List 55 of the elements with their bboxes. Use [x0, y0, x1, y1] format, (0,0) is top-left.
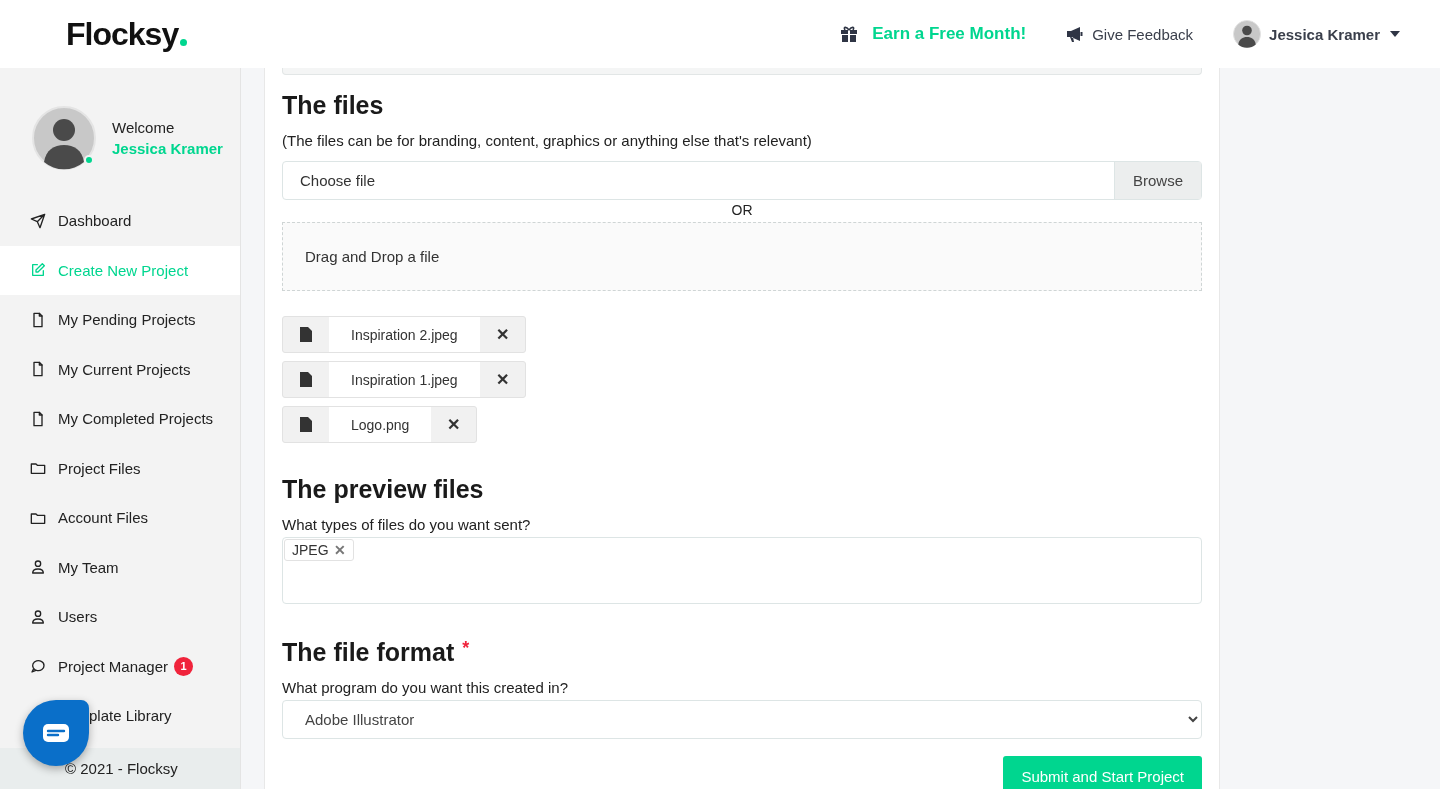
- file-input[interactable]: Choose file Browse: [282, 161, 1202, 200]
- user-avatar: [1233, 20, 1262, 48]
- profile-avatar: [32, 106, 96, 170]
- gift-icon: [840, 26, 859, 42]
- file-icon: [300, 417, 312, 432]
- give-feedback-link[interactable]: Give Feedback: [1092, 25, 1194, 43]
- sidebar-item[interactable]: My Team: [0, 542, 240, 592]
- edit-icon: [30, 262, 46, 279]
- sidebar-item[interactable]: My Pending Projects: [0, 295, 240, 345]
- required-mark: *: [462, 638, 470, 658]
- remove-file-button[interactable]: ✕: [431, 407, 477, 442]
- user-icon: [30, 559, 46, 576]
- files-hint: (The files can be for branding, content, graphics or anything else that's relevant): [282, 132, 813, 149]
- user-name: Jessica Kramer: [112, 140, 223, 157]
- file-icon: [30, 311, 46, 328]
- notification-badge: 1: [174, 656, 194, 676]
- file-icon: [30, 410, 46, 427]
- user-icon: [30, 608, 46, 625]
- file-name: Inspiration 2.jpeg: [329, 317, 480, 352]
- field-label: What program do you want this created in?: [282, 679, 569, 696]
- remove-tag-button[interactable]: ✕: [333, 542, 346, 558]
- file-icon: [300, 372, 312, 387]
- program-select[interactable]: Adobe Illustrator: [282, 700, 1202, 739]
- folder-icon: [30, 460, 46, 477]
- section-title: The files: [282, 91, 385, 120]
- drop-zone[interactable]: Drag and Drop a file: [282, 222, 1202, 291]
- logo[interactable]: Flocksy: [66, 15, 188, 53]
- chat-bubble-icon: [30, 658, 46, 675]
- sidebar-item[interactable]: Account Files: [0, 493, 240, 543]
- sidebar-item[interactable]: Project Files: [0, 443, 240, 493]
- or-text: OR: [730, 202, 754, 218]
- file-name: Logo.png: [329, 407, 432, 442]
- welcome-text: Welcome: [112, 119, 176, 136]
- field-label: What types of files do you want sent?: [282, 516, 532, 533]
- sidebar-item[interactable]: Dashboard: [0, 196, 240, 246]
- tag-label: JPEG: [292, 542, 329, 558]
- caret-icon: [1390, 31, 1400, 37]
- file-types-field[interactable]: JPEG ✕: [282, 537, 1202, 604]
- sidebar-item[interactable]: My Current Projects: [0, 344, 240, 394]
- section-title: The preview files: [282, 475, 485, 504]
- sidebar-item[interactable]: My Completed Projects: [0, 394, 240, 444]
- sidebar-item[interactable]: plate Library: [0, 691, 240, 741]
- browse-button[interactable]: Browse: [1113, 162, 1201, 199]
- paper-plane-icon: [30, 212, 46, 229]
- remove-file-button[interactable]: ✕: [479, 317, 525, 352]
- sidebar-item[interactable]: Project Manager 1: [0, 641, 240, 691]
- file-icon: [300, 327, 312, 342]
- megaphone-icon: [1066, 26, 1085, 42]
- sidebar-item[interactable]: Users: [0, 592, 240, 642]
- section-title: The file format: [282, 638, 455, 666]
- file-icon: [30, 361, 46, 378]
- chat-icon: [43, 724, 69, 742]
- remove-file-button[interactable]: ✕: [479, 362, 525, 397]
- user-menu-button[interactable]: Jessica Kramer: [1269, 25, 1400, 43]
- file-name: Inspiration 1.jpeg: [329, 362, 480, 397]
